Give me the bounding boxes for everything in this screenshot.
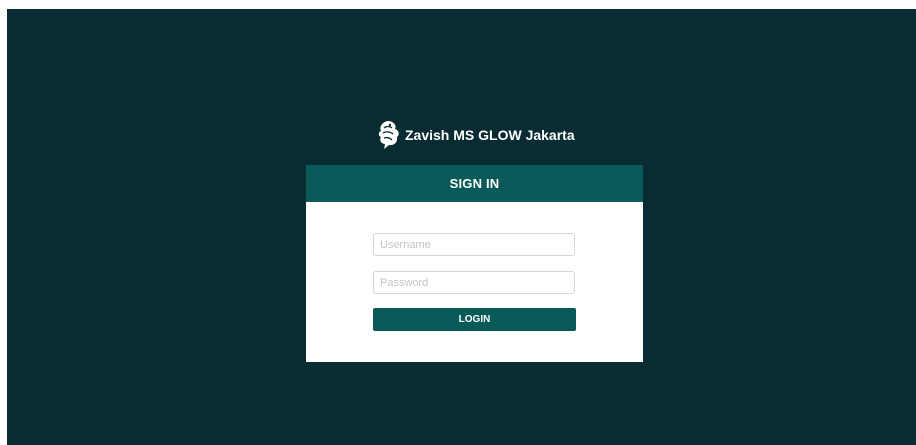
login-screen: Zavish MS GLOW Jakarta SIGN IN LOGIN (7, 9, 916, 445)
login-card: SIGN IN LOGIN (306, 165, 643, 362)
login-button[interactable]: LOGIN (373, 308, 576, 331)
dragon-logo-icon (378, 121, 399, 149)
sign-in-title: SIGN IN (449, 176, 500, 191)
brand-header: Zavish MS GLOW Jakarta (375, 118, 575, 152)
sign-in-header: SIGN IN (306, 165, 643, 202)
username-input[interactable] (373, 233, 575, 256)
brand-name: Zavish MS GLOW Jakarta (405, 127, 575, 143)
password-input[interactable] (373, 271, 575, 294)
